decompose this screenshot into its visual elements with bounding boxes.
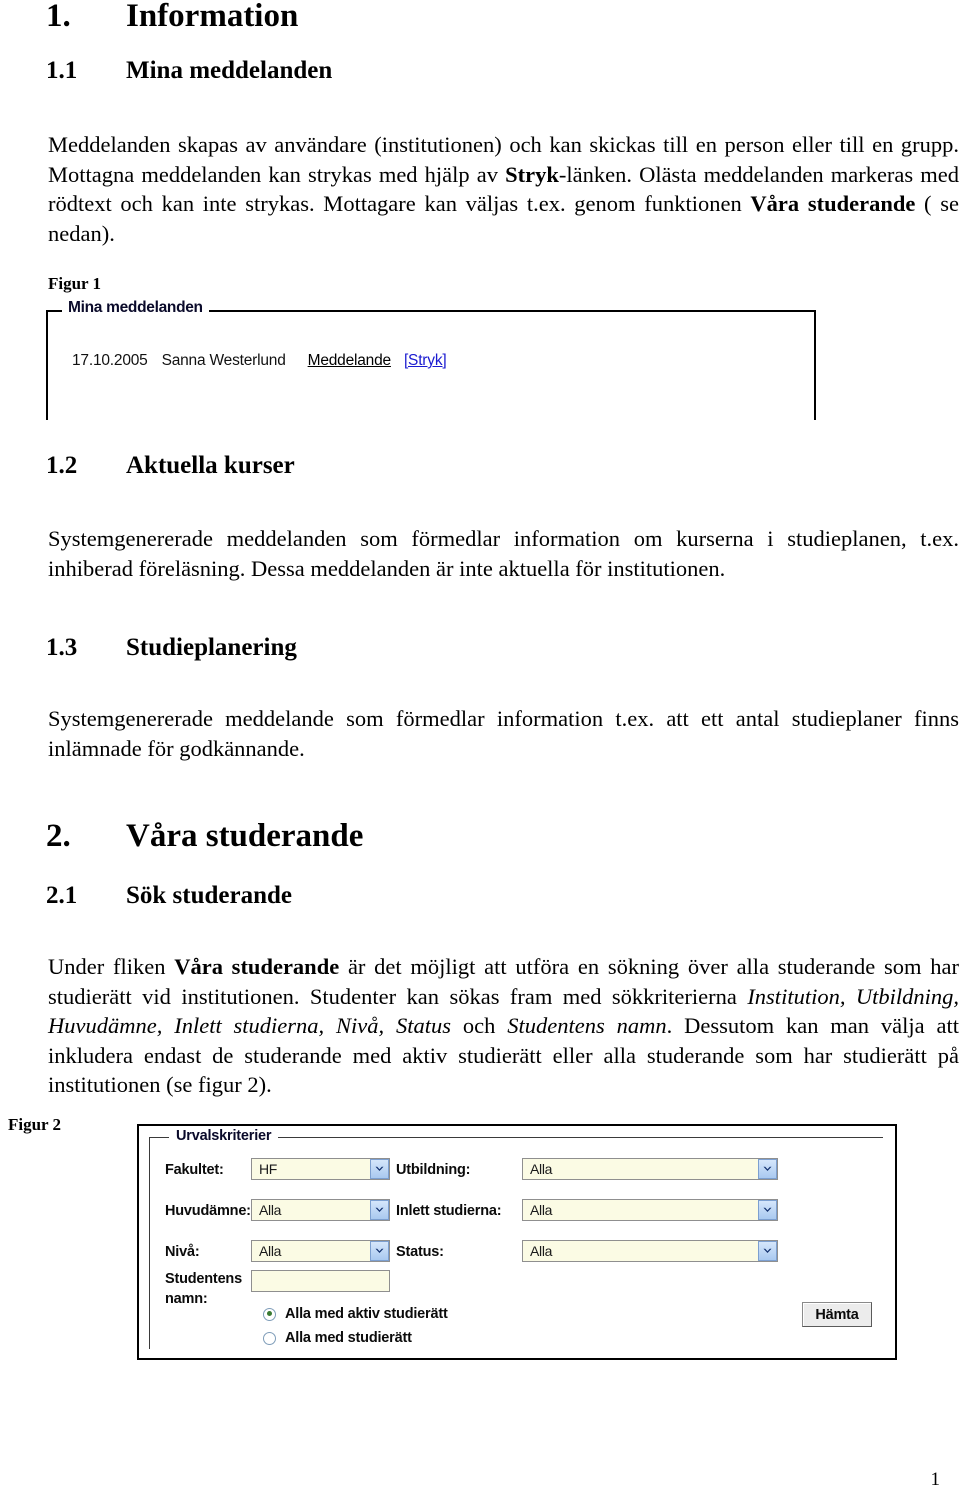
select-inlett-studierna[interactable]: Alla (522, 1199, 778, 1221)
select-huvudamne[interactable]: Alla (251, 1199, 390, 1221)
label-fakultet: Fakultet: (165, 1162, 224, 1178)
figure-1-legend: Mina meddelanden (62, 299, 209, 317)
figure-2-caption: Figur 2 (8, 1115, 62, 1134)
heading-1-2-aktuella-kurser: 1.2 Aktuella kurser (46, 452, 295, 480)
chevron-down-icon[interactable] (370, 1200, 389, 1220)
select-utbildning[interactable]: Alla (522, 1158, 778, 1180)
figure-2-legend: Urvalskriterier (169, 1128, 279, 1144)
label-status: Status: (396, 1244, 444, 1260)
heading-2-vara-studerande: 2. Våra studerande (46, 818, 363, 855)
message-sender: Sanna Westerlund (161, 352, 286, 369)
radio-aktiv-studieratt-label: Alla med aktiv studierätt (285, 1306, 448, 1322)
label-studentens-namn-line2: namn: (165, 1291, 208, 1307)
paragraph-1-1-bold-stryk: Stryk (505, 161, 559, 187)
figure-1-caption: Figur 1 (48, 274, 102, 293)
paragraph-1-1: Meddelanden skapas av användare (institu… (48, 130, 959, 248)
heading-1-1-title: Mina meddelanden (126, 57, 333, 84)
chevron-down-icon[interactable] (370, 1159, 389, 1179)
radio-row-aktiv-studieratt[interactable]: Alla med aktiv studierätt (263, 1306, 448, 1322)
label-inlett-studierna: Inlett studierna: (396, 1203, 502, 1219)
label-studentens-namn-line1: Studentens (165, 1271, 242, 1287)
label-huvudamne: Huvudämne: (165, 1203, 251, 1219)
heading-2-1-sok-studerande: 2.1 Sök studerande (46, 882, 292, 910)
select-niva-value: Alla (259, 1243, 282, 1259)
chevron-down-icon[interactable] (758, 1241, 777, 1261)
heading-1-3-number: 1.3 (46, 634, 78, 661)
heading-2-1-title: Sök studerande (126, 882, 293, 909)
paragraph-2-1-bold-vara-studerande: Våra studerande (174, 954, 340, 979)
heading-1-1-mina-meddelanden: 1.1 Mina meddelanden (46, 57, 332, 85)
chevron-down-icon[interactable] (370, 1241, 389, 1261)
select-huvudamne-value: Alla (259, 1202, 282, 1218)
figure-2-top-border (137, 1124, 897, 1126)
chevron-down-icon[interactable] (758, 1200, 777, 1220)
select-status[interactable]: Alla (522, 1240, 778, 1262)
radio-row-alla-studieratt[interactable]: Alla med studierätt (263, 1330, 412, 1346)
select-inlett-studierna-value: Alla (530, 1202, 553, 1218)
radio-aktiv-studieratt-icon[interactable] (263, 1307, 276, 1321)
paragraph-2-1: Under fliken Våra studerande är det möjl… (48, 952, 959, 1100)
hamta-button[interactable]: Hämta (802, 1302, 872, 1327)
heading-1-2-title: Aktuella kurser (126, 452, 295, 479)
heading-1-2-number: 1.2 (46, 452, 78, 479)
heading-1-title: Information (126, 0, 299, 34)
heading-1-3-title: Studieplanering (126, 634, 297, 661)
select-status-value: Alla (530, 1243, 553, 1259)
heading-2-1-number: 2.1 (46, 882, 78, 909)
paragraph-2-1-text-a: Under fliken (48, 954, 175, 979)
heading-2-title: Våra studerande (126, 818, 364, 854)
input-studentens-namn[interactable] (251, 1270, 390, 1292)
radio-alla-studieratt-icon[interactable] (263, 1331, 276, 1345)
radio-alla-studieratt-label: Alla med studierätt (285, 1330, 412, 1346)
chevron-down-icon[interactable] (758, 1159, 777, 1179)
delete-link[interactable]: [Stryk] (404, 352, 447, 370)
message-row: 17.10.2005 Sanna Westerlund Meddelande [Str… (72, 352, 447, 370)
figure-1-mina-meddelanden: Mina meddelanden 17.10.2005 Sanna Westerl… (46, 299, 816, 420)
paragraph-1-3: Systemgenererade meddelande som förmedla… (48, 706, 959, 761)
message-link[interactable]: Meddelande (308, 352, 392, 370)
heading-1-1-number: 1.1 (46, 57, 78, 84)
label-utbildning: Utbildning: (396, 1162, 471, 1178)
select-utbildning-value: Alla (530, 1161, 553, 1177)
paragraph-2-1-text-c: och (451, 1013, 508, 1038)
heading-1-number: 1. (46, 0, 71, 34)
paragraph-2-1-italic-studentens-namn: Studentens namn (507, 1013, 667, 1038)
select-fakultet[interactable]: HF (251, 1158, 390, 1180)
heading-1-3-studieplanering: 1.3 Studieplanering (46, 634, 297, 662)
paragraph-1-1-bold-vara-studerande: Våra studerande (750, 191, 916, 216)
page-number: 1 (930, 1469, 941, 1490)
paragraph-1-2: Systemgenererade meddelanden som förmedl… (48, 526, 959, 581)
select-fakultet-value: HF (259, 1161, 278, 1177)
heading-2-number: 2. (46, 818, 71, 854)
heading-1-information: 1. Information (46, 0, 298, 35)
figure-2-urvalskriterier: Urvalskriterier Fakultet: HF Utbildning:… (137, 1124, 897, 1360)
select-niva[interactable]: Alla (251, 1240, 390, 1262)
message-date: 17.10.2005 (72, 352, 148, 369)
label-niva: Nivå: (165, 1244, 200, 1260)
